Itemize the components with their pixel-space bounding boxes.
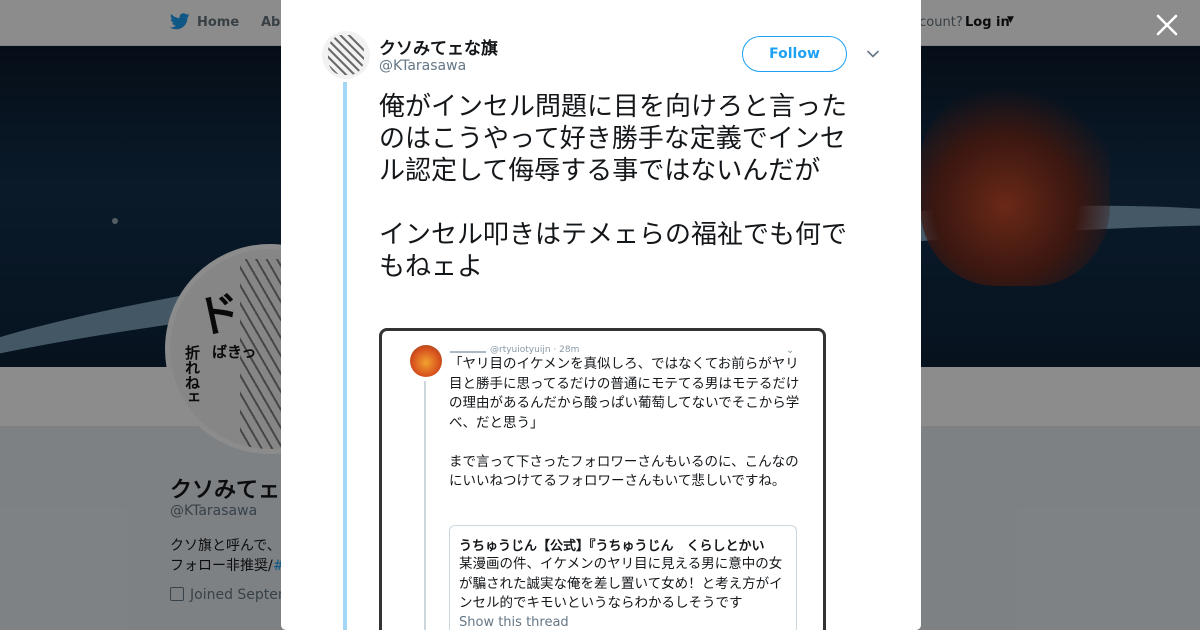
screenshot-thread-line [424,381,426,630]
screenshot-paragraph: まで言って下さったフォロワーさんもいるのに、こんなのにいいねつけてるフォロワーさ… [449,453,799,490]
tweet-author-handle[interactable]: @KTarasawa [379,58,466,74]
tweet-paragraph: 俺がインセル問題に目を向けろと言ったのはこうやって好き勝手な定義でインセル認定し… [379,92,848,186]
screenshot-meta: @rtyuiotyuijn · 28m [490,345,580,355]
quoted-tweet-text: 某漫画の件、イケメンのヤリ目に見える男に意中の女が騙された誠実な俺を差し置いて女… [459,556,783,611]
screenshot-paragraph: 「ヤリ目のイケメンを真似しろ、ではなくてお前らがヤリ目と勝手に思ってるだけの普通… [449,356,800,431]
tweet-author-avatar[interactable] [322,31,370,79]
tweet-author-name[interactable]: クソみてェな旗 [379,34,498,59]
screenshot-quoted-tweet: うちゅうじん【公式】『うちゅうじん くらしとかい 某漫画の件、イケメンのヤリ目に… [449,525,797,630]
thread-line [343,82,347,630]
show-thread-link: Show this thread [459,615,569,630]
screenshot-avatar [410,345,442,377]
tweet-modal: クソみてェな旗 @KTarasawa Follow 俺がインセル問題に目を向けろ… [281,0,921,630]
close-icon[interactable] [1154,12,1180,38]
tweet-attached-image[interactable]: @rtyuiotyuijn · 28m ⌄ 「ヤリ目のイケメンを真似しろ、ではな… [379,328,826,630]
follow-button[interactable]: Follow [742,36,847,72]
screenshot-text: 「ヤリ目のイケメンを真似しろ、ではなくてお前らがヤリ目と勝手に思ってるだけの普通… [449,355,801,511]
chevron-down-icon[interactable] [865,46,881,62]
quoted-tweet-author: うちゅうじん【公式】『うちゅうじん くらしとかい [459,539,765,554]
tweet-paragraph: インセル叩きはテメェらの福祉でも何でもねェよ [379,220,848,282]
tweet-text: 俺がインセル問題に目を向けろと言ったのはこうやって好き勝手な定義でインセル認定し… [379,91,869,315]
screenshot-redacted-name [450,351,486,353]
tweet-author-avatar-art [328,35,364,75]
